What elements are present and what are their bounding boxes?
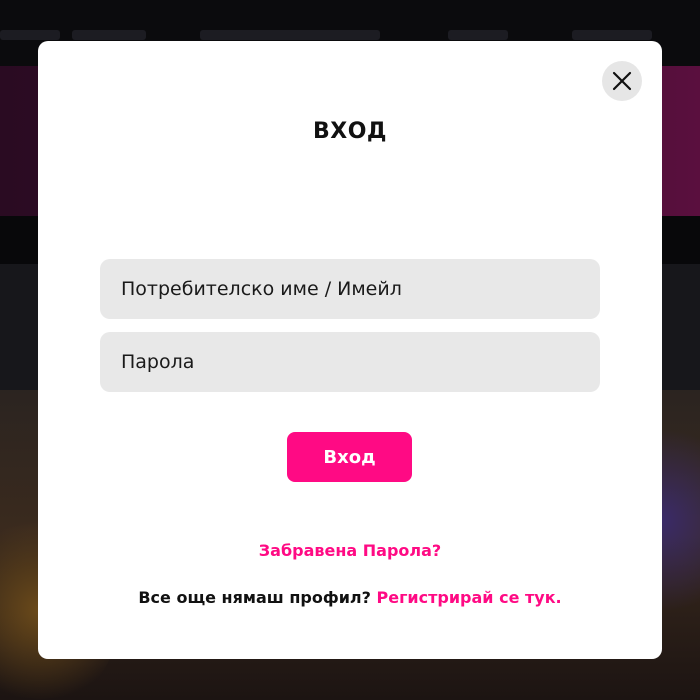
register-link[interactable]: Регистрирай се тук. <box>376 588 561 607</box>
password-input[interactable] <box>100 332 600 392</box>
username-email-input[interactable] <box>100 259 600 319</box>
login-title: ВХОД <box>312 119 388 144</box>
close-button[interactable] <box>602 61 642 101</box>
register-prompt-line: Все още нямаш профил? Регистрирай се тук… <box>38 588 662 607</box>
close-icon <box>612 71 632 91</box>
login-button[interactable]: Вход <box>287 432 412 482</box>
login-modal: ВХОД Вход Забравена Парола? Все още няма… <box>38 41 662 659</box>
forgot-password-link[interactable]: Забравена Парола? <box>38 541 662 560</box>
register-prompt-text: Все още нямаш профил? <box>138 588 371 607</box>
